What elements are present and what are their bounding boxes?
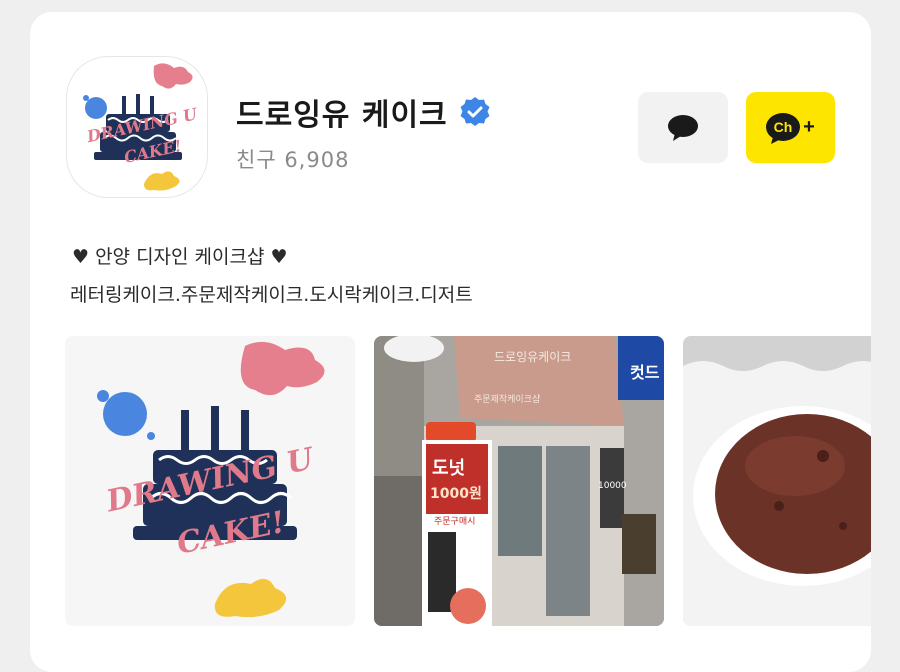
storefront-sign: 드로잉유케이크 <box>494 350 571 364</box>
chat-bubble-icon <box>668 114 698 141</box>
channel-add-icon: Ch + <box>765 112 815 144</box>
chat-button[interactable] <box>638 92 728 163</box>
description-line-2: 레터링케이크.주문제작케이크.도시락케이크.디저트 <box>70 284 473 306</box>
gallery-image-logo[interactable]: DRAWING U CAKE! <box>65 336 355 626</box>
cake-logo-image: DRAWING U CAKE! <box>83 63 200 191</box>
profile-card: DRAWING U CAKE! 드로잉유 케이크 친구 6,908 Ch + ♥… <box>30 12 871 672</box>
gallery-image-storefront[interactable]: 드로잉유케이크 주문제작케이크샵 컷드 도넛 1000원 주문구매시 10000 <box>374 336 664 626</box>
poster-title: 도넛 <box>432 458 465 479</box>
profile-name: 드로잉유 케이크 <box>236 98 448 133</box>
verified-badge-icon <box>460 97 490 126</box>
storefront-subsign: 주문제작케이크샵 <box>474 394 540 405</box>
poster-sub: 주문구매시 <box>434 516 475 527</box>
side-sign: 컷드 <box>630 363 660 382</box>
storefront-photo: 드로잉유케이크 주문제작케이크샵 컷드 도넛 1000원 주문구매시 10000 <box>374 336 664 626</box>
profile-logo[interactable]: DRAWING U CAKE! <box>66 56 208 198</box>
profile-name-row: 드로잉유 케이크 <box>236 90 492 134</box>
channel-label: Ch <box>773 119 792 135</box>
add-channel-button[interactable]: Ch + <box>746 92 835 163</box>
description-line-1: ♥ 안양 디자인 케이크샵 ♥ <box>72 246 288 268</box>
dessert-photo <box>683 336 871 626</box>
poster-price: 1000원 <box>430 486 482 502</box>
channel-plus: + <box>803 116 815 138</box>
friends-count: 친구 6,908 <box>236 148 350 172</box>
stand-text: 10000 <box>598 481 627 491</box>
gallery-image-dessert[interactable] <box>683 336 871 626</box>
cake-logo-large: DRAWING U CAKE! <box>97 341 325 618</box>
